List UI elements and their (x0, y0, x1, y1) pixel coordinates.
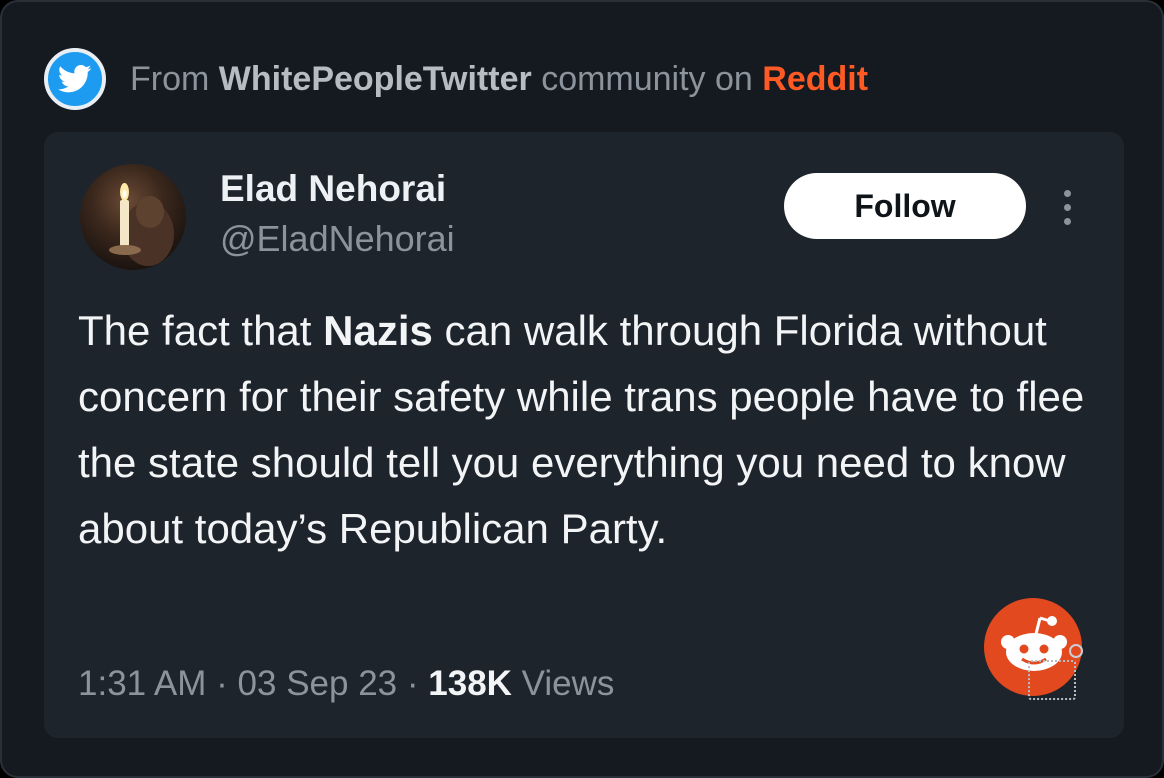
avatar-image (109, 183, 174, 266)
twitter-bird-icon (44, 48, 106, 110)
author-handle[interactable]: @EladNehorai (220, 218, 455, 260)
tweet-date[interactable]: 03 Sep 23 (238, 664, 398, 703)
separator: · (216, 664, 228, 703)
tweet-card: Elad Nehorai @EladNehorai Follow The fac… (44, 132, 1124, 738)
author-name[interactable]: Elad Nehorai (220, 168, 446, 210)
source-prefix: From (130, 59, 210, 98)
views-count: 138K (428, 664, 512, 703)
selection-box (1028, 660, 1076, 700)
dot (1063, 217, 1071, 225)
source-label: From WhitePeopleTwitter community on Red… (130, 60, 868, 99)
embed-frame: From WhitePeopleTwitter community on Red… (0, 0, 1164, 778)
reddit-link[interactable]: Reddit (762, 60, 868, 98)
avatar[interactable] (80, 164, 186, 270)
source-bar: From WhitePeopleTwitter community on Red… (44, 48, 868, 110)
tweet-text: The fact that Nazis can walk through Flo… (78, 298, 1108, 562)
views-label: Views (521, 664, 615, 703)
tweet-meta: 1:31 AM · 03 Sep 23 · 138K Views (78, 664, 614, 704)
follow-button[interactable]: Follow (784, 173, 1026, 239)
dot (1063, 189, 1071, 197)
source-middle: community on (541, 59, 753, 98)
community-link[interactable]: WhitePeopleTwitter (219, 60, 532, 98)
tweet-text-part: The fact that (78, 307, 324, 354)
tweet-time[interactable]: 1:31 AM (78, 664, 206, 703)
tweet-text-bold: Nazis (323, 307, 433, 354)
dot (1063, 203, 1071, 211)
more-vertical-icon[interactable] (1054, 184, 1080, 230)
separator: · (406, 664, 419, 703)
